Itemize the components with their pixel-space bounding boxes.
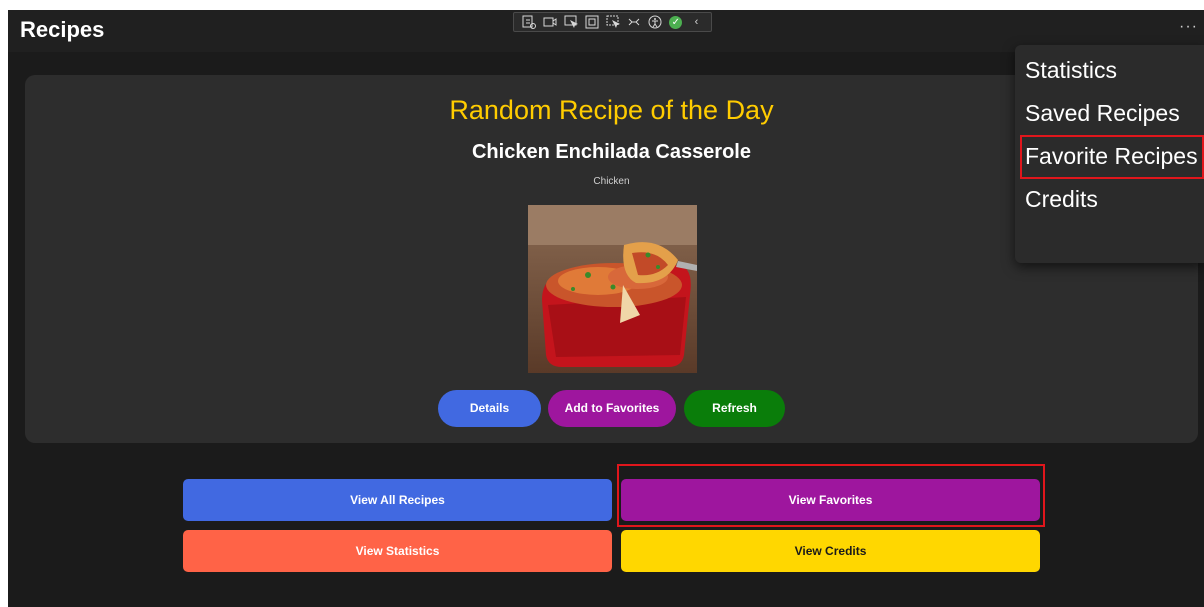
accessibility-icon[interactable] — [648, 15, 662, 29]
binding-failures-icon[interactable] — [627, 15, 641, 29]
live-visual-tree-icon[interactable] — [522, 15, 536, 29]
recipe-image — [528, 205, 697, 373]
view-statistics-button[interactable]: View Statistics — [183, 530, 612, 572]
add-to-favorites-button[interactable]: Add to Favorites — [548, 390, 676, 427]
menu-item-saved-recipes[interactable]: Saved Recipes — [1025, 100, 1180, 127]
refresh-button[interactable]: Refresh — [684, 390, 785, 427]
select-element-icon[interactable] — [564, 15, 578, 29]
more-options-menu: Statistics Saved Recipes Favorite Recipe… — [1015, 45, 1204, 263]
menu-item-credits[interactable]: Credits — [1025, 186, 1098, 213]
record-icon[interactable] — [543, 15, 557, 29]
app-title: Recipes — [20, 17, 105, 42]
view-all-recipes-button[interactable]: View All Recipes — [183, 479, 612, 521]
menu-item-statistics[interactable]: Statistics — [1025, 57, 1117, 84]
status-ok-icon: ✓ — [669, 15, 683, 29]
display-layout-icon[interactable] — [585, 15, 599, 29]
view-favorites-button[interactable]: View Favorites — [621, 479, 1040, 521]
menu-item-favorite-recipes[interactable]: Favorite Recipes — [1025, 143, 1198, 170]
debug-toolbar: ✓ ‹ — [513, 12, 712, 32]
view-credits-button[interactable]: View Credits — [621, 530, 1040, 572]
collapse-icon[interactable]: ‹ — [689, 15, 703, 29]
more-options-button[interactable]: ··· — [1179, 18, 1198, 36]
track-focus-icon[interactable] — [606, 15, 620, 29]
details-button[interactable]: Details — [438, 390, 541, 427]
